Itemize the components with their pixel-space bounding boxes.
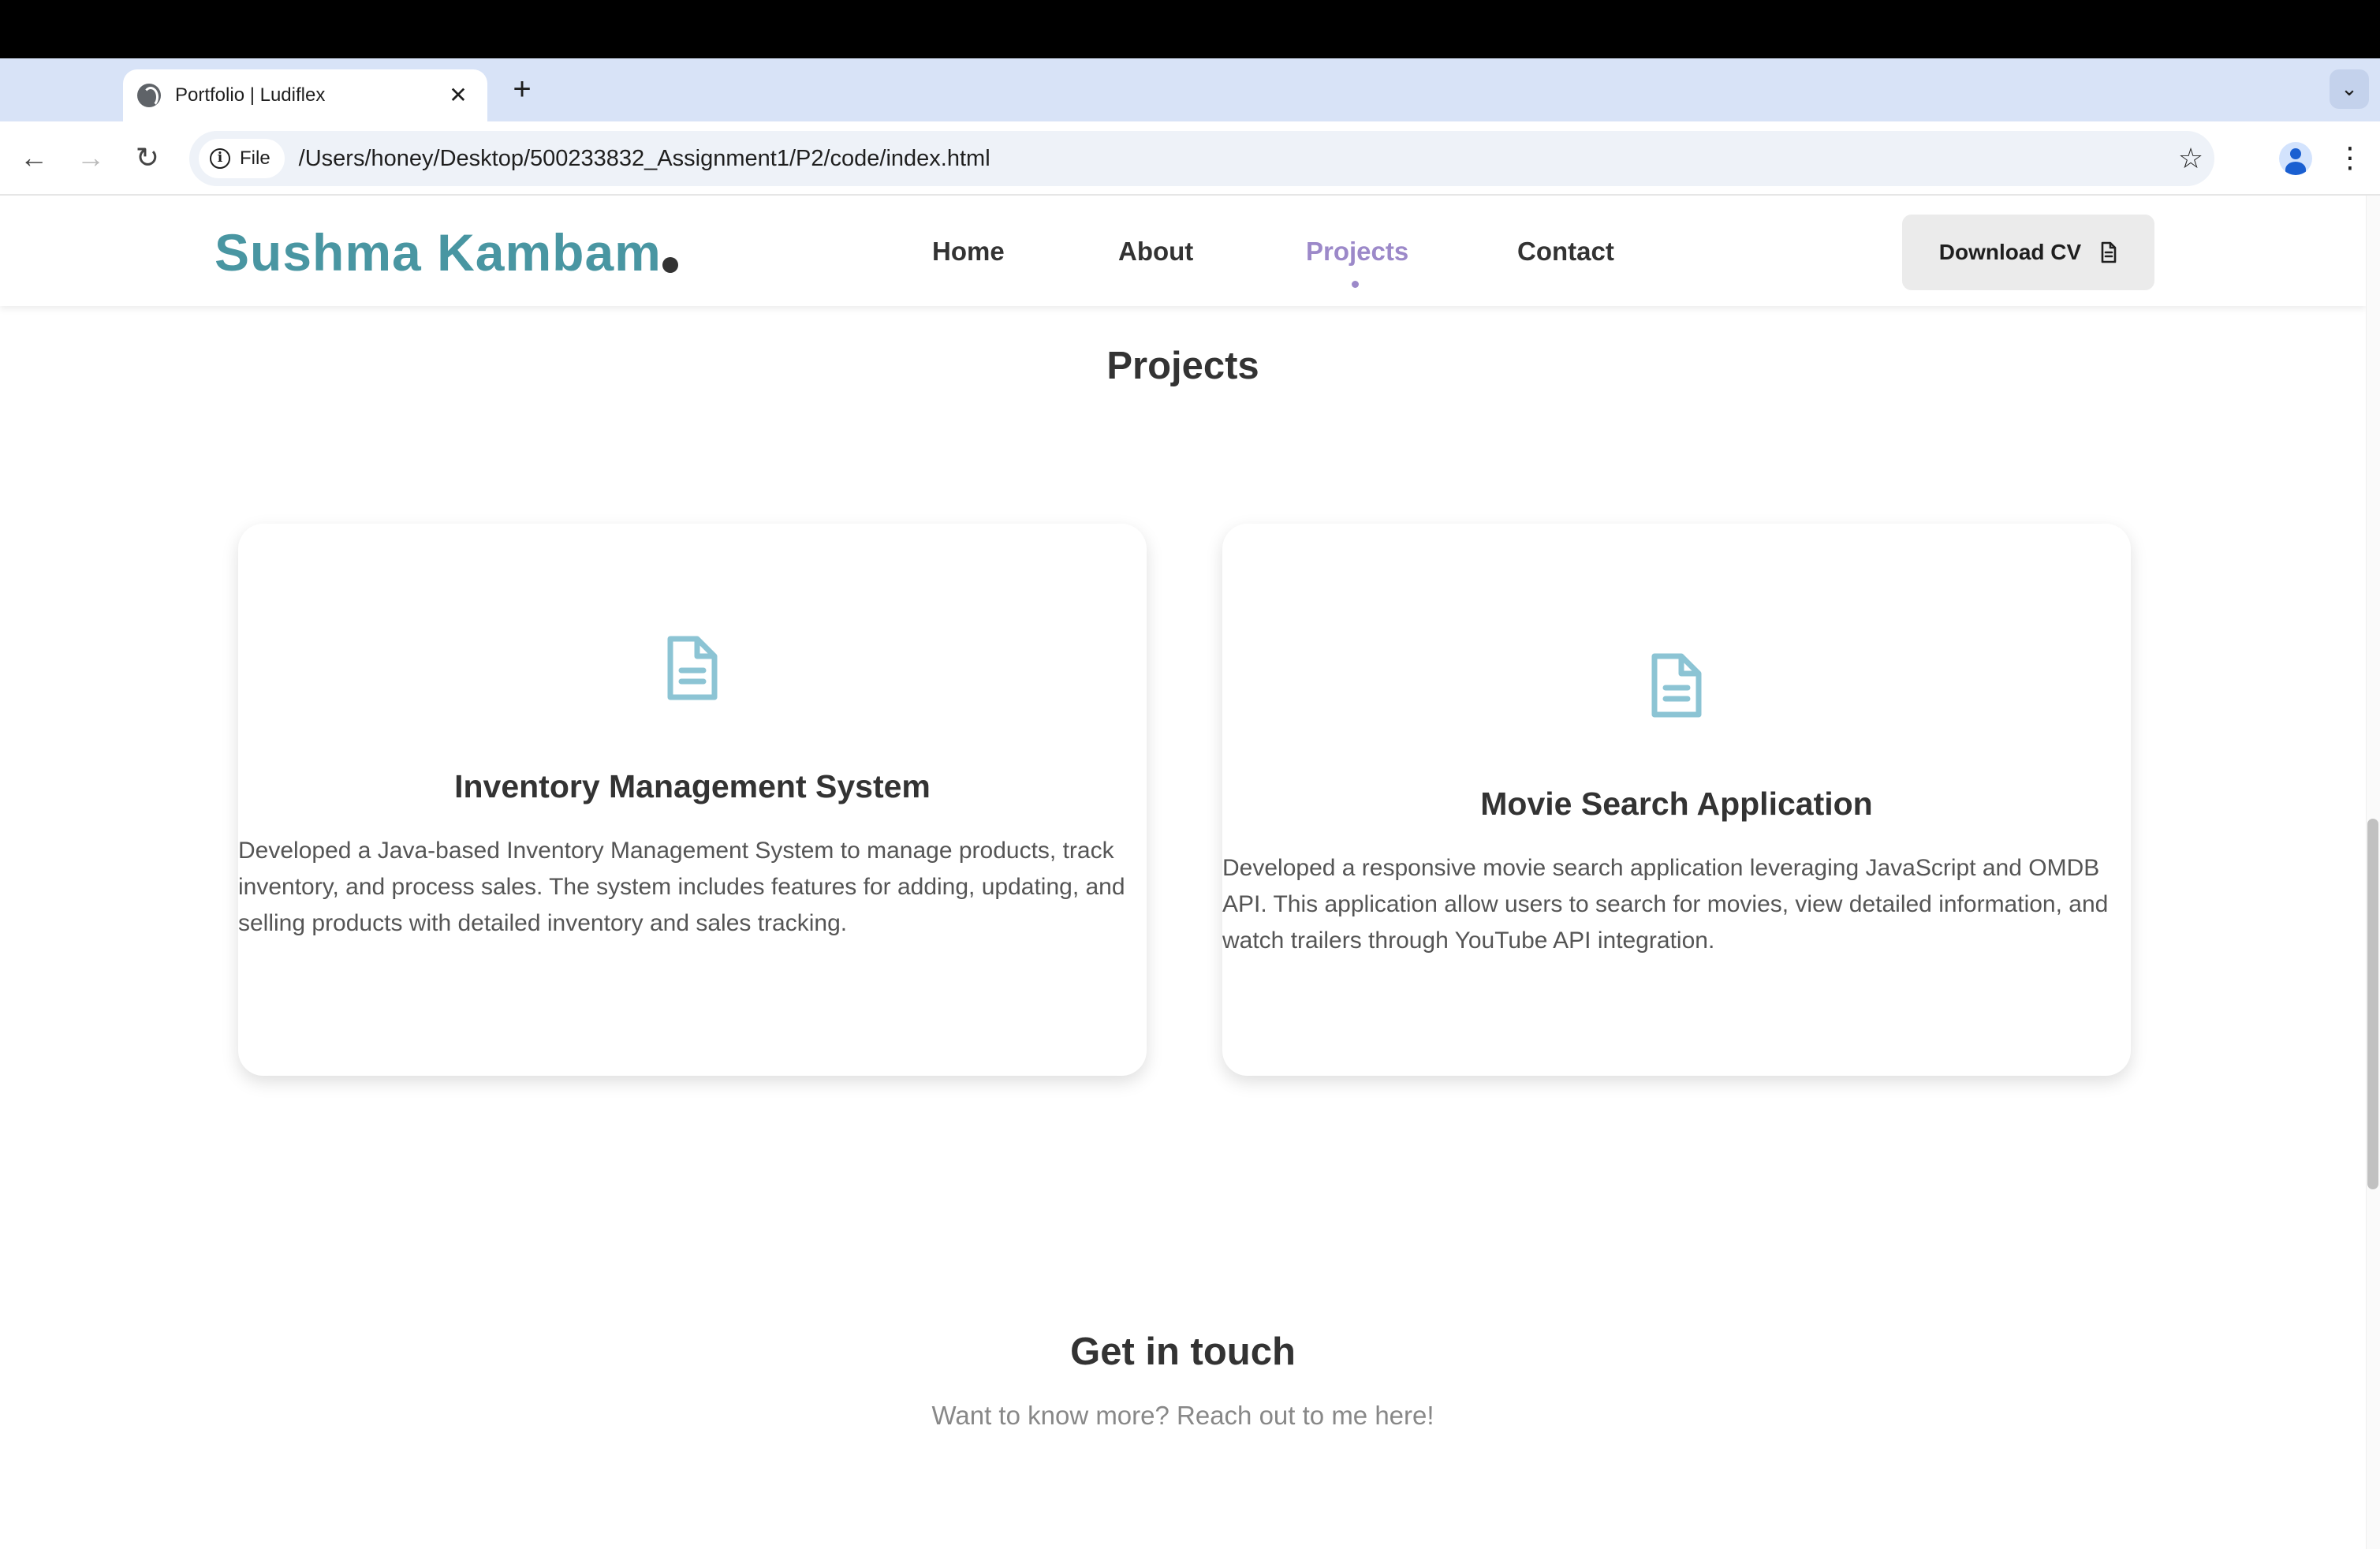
download-cv-button[interactable]: Download CV — [1902, 215, 2154, 290]
browser-tab-bar: Portfolio | Ludiflex ✕ + ⌄ — [0, 58, 2380, 121]
document-icon — [2101, 241, 2117, 263]
reload-button[interactable]: ↻ — [126, 137, 169, 180]
site-info-chip[interactable]: i File — [199, 139, 285, 178]
bookmark-star-icon[interactable]: ☆ — [2167, 142, 2214, 175]
site-chip-label: File — [240, 147, 270, 169]
tab-title: Portfolio | Ludiflex — [175, 84, 326, 106]
project-description: Developed a Java-based Inventory Managem… — [238, 838, 1125, 936]
logo-dot — [662, 257, 678, 273]
document-icon — [1651, 653, 1702, 718]
browser-toolbar: ← → ↻ i File /Users/honey/Desktop/500233… — [0, 121, 2380, 196]
site-logo[interactable]: Sushma Kambam — [214, 222, 662, 282]
page-scrollbar[interactable] — [2366, 196, 2380, 1549]
tab-search-button[interactable]: ⌄ — [2330, 69, 2369, 109]
screen-top-bar — [0, 0, 2380, 58]
nav-projects[interactable]: Projects — [1306, 237, 1408, 267]
nav-about[interactable]: About — [1118, 237, 1193, 267]
project-title: Movie Search Application — [1480, 786, 1873, 822]
globe-icon — [137, 84, 161, 107]
browser-tab[interactable]: Portfolio | Ludiflex ✕ — [123, 69, 487, 121]
project-card[interactable]: Inventory Management System Developed a … — [238, 524, 1147, 1076]
url-text[interactable]: /Users/honey/Desktop/500233832_Assignmen… — [299, 146, 2167, 172]
page-viewport: Sushma Kambam Home About Projects Contac… — [0, 196, 2380, 1549]
document-icon — [667, 636, 718, 700]
address-bar[interactable]: i File /Users/honey/Desktop/500233832_As… — [189, 131, 2214, 186]
close-tab-icon[interactable]: ✕ — [445, 82, 472, 109]
download-cv-label: Download CV — [1938, 240, 2082, 264]
projects-heading: Projects — [1106, 345, 1259, 387]
site-header: Sushma Kambam Home About Projects Contac… — [0, 196, 2366, 306]
nav-home[interactable]: Home — [932, 237, 1005, 267]
scrollbar-thumb[interactable] — [2367, 819, 2378, 1189]
new-tab-button[interactable]: + — [505, 73, 539, 107]
project-card[interactable]: Movie Search Application Developed a res… — [1222, 524, 2131, 1076]
contact-heading: Get in touch — [1070, 1331, 1296, 1373]
info-icon: i — [210, 148, 230, 169]
active-nav-indicator — [1352, 281, 1359, 288]
project-title: Inventory Management System — [454, 768, 931, 804]
contact-subtitle: Want to know more? Reach out to me here! — [931, 1401, 1434, 1430]
profile-avatar-icon[interactable] — [2279, 142, 2312, 175]
project-description: Developed a responsive movie search appl… — [1222, 855, 2109, 954]
browser-menu-icon[interactable]: ⋮ — [2336, 137, 2364, 180]
back-button[interactable]: ← — [13, 137, 55, 180]
nav-contact[interactable]: Contact — [1517, 237, 1614, 267]
forward-button[interactable]: → — [69, 137, 112, 180]
